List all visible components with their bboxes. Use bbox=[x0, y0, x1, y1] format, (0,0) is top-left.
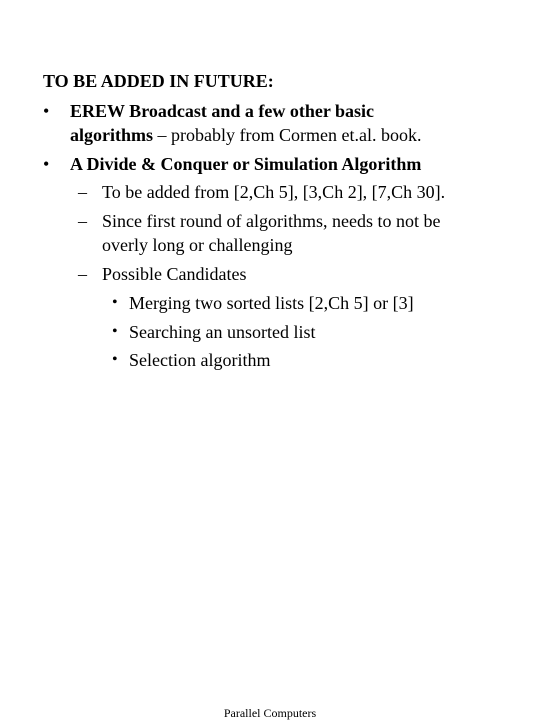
bullet-icon: • bbox=[112, 323, 118, 340]
bullet-icon: • bbox=[112, 294, 118, 311]
subitem-1-line-1: To be added from [2,Ch 5], [3,Ch 2], [7,… bbox=[102, 182, 446, 202]
slide: TO BE ADDED IN FUTURE: • EREW Broadcast … bbox=[0, 0, 540, 720]
subitem-3-line-1: Possible Candidates bbox=[102, 264, 247, 284]
bullet-icon: • bbox=[43, 101, 50, 121]
bullet-icon: • bbox=[112, 351, 118, 368]
subitem-2-line-1: Since first round of algorithms, needs t… bbox=[102, 211, 441, 231]
item-1-line-2-rest: – probably from Cormen et.al. book. bbox=[153, 125, 422, 145]
item-1-line-1: EREW Broadcast and a few other basic bbox=[70, 101, 375, 121]
dash-icon: – bbox=[78, 264, 87, 284]
bullet-icon: • bbox=[43, 154, 50, 174]
slide-heading: TO BE ADDED IN FUTURE: bbox=[43, 71, 274, 91]
candidate-item: Selection algorithm bbox=[129, 350, 271, 370]
item-1-line-2: algorithms – probably from Cormen et.al.… bbox=[70, 124, 421, 146]
candidate-item: Searching an unsorted list bbox=[129, 322, 316, 342]
slide-footer: Parallel Computers bbox=[223, 706, 317, 720]
item-2-line-1: A Divide & Conquer or Simulation Algorit… bbox=[70, 154, 422, 174]
dash-icon: – bbox=[78, 211, 87, 231]
subitem-2-line-2: overly long or challenging bbox=[102, 235, 293, 255]
item-1-line-2-bold: algorithms bbox=[70, 125, 153, 145]
candidate-item: Merging two sorted lists [2,Ch 5] or [3] bbox=[129, 293, 414, 313]
dash-icon: – bbox=[78, 182, 87, 202]
